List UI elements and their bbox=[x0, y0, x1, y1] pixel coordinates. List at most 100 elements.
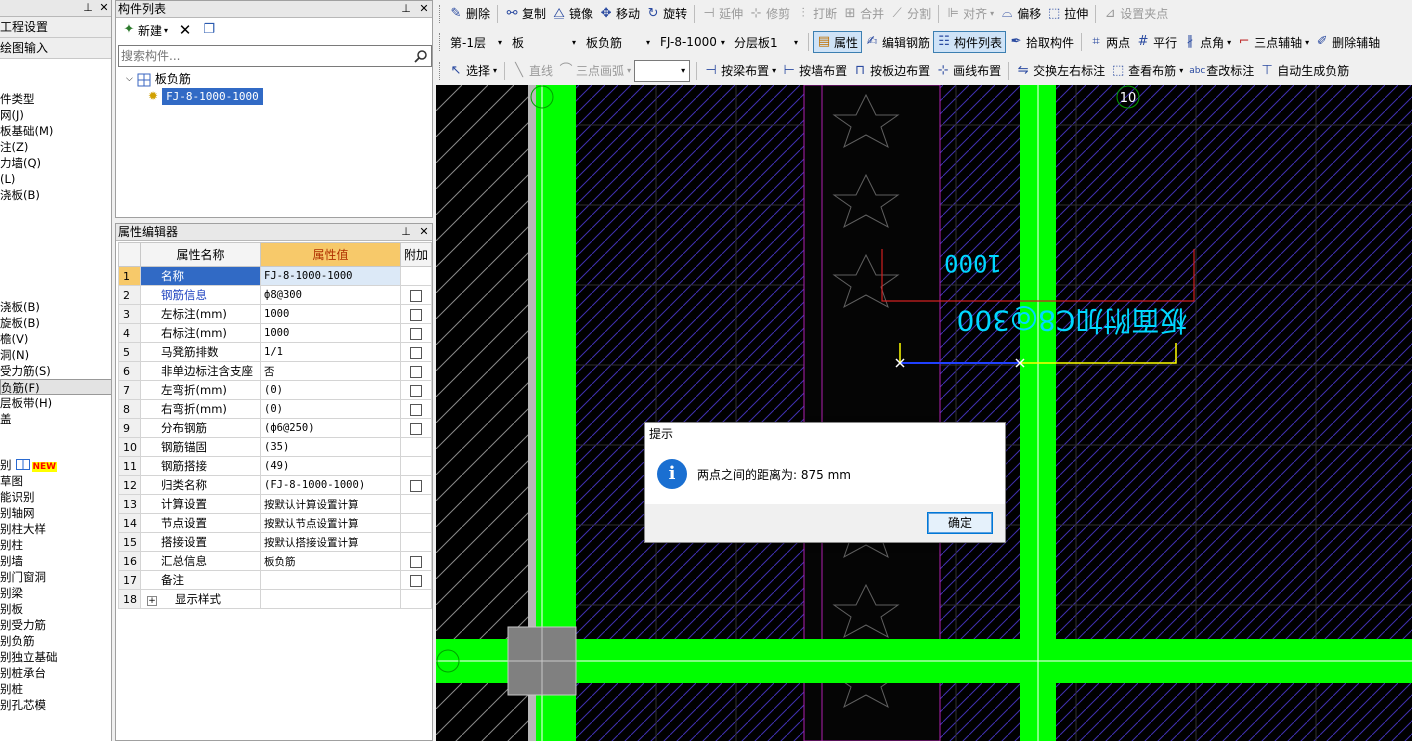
ok-button[interactable]: 确定 bbox=[927, 512, 993, 534]
property-value[interactable]: (49) bbox=[260, 456, 401, 476]
mirror-button[interactable]: ⧋ 镜像 bbox=[549, 3, 596, 25]
search-input[interactable] bbox=[119, 46, 409, 66]
component-list-button[interactable]: ☷ 构件列表 bbox=[933, 31, 1007, 53]
drawing-canvas[interactable]: 10 1000 板面附加C8@300 bbox=[436, 85, 1412, 741]
nav-item[interactable] bbox=[0, 235, 111, 251]
floor-select[interactable]: 第-1层 ▾ bbox=[446, 31, 506, 53]
nav-recognition-item[interactable]: 别柱 bbox=[0, 537, 111, 553]
swap-labels-button[interactable]: ⇋ 交换左右标注 bbox=[1013, 60, 1108, 82]
property-row[interactable]: 8 右弯折(mm) (0) bbox=[118, 399, 432, 419]
two-point-button[interactable]: ⌗ 两点 bbox=[1086, 31, 1133, 53]
extra-checkbox[interactable] bbox=[410, 289, 422, 302]
extra-checkbox[interactable] bbox=[410, 384, 422, 397]
nav-item[interactable]: 浇板(B) bbox=[0, 299, 111, 315]
nav-recognition-item[interactable]: 别孔芯模 bbox=[0, 697, 111, 713]
expand-icon[interactable]: + bbox=[147, 596, 157, 606]
toolbar-grip[interactable] bbox=[439, 33, 443, 51]
property-row[interactable]: 15 搭接设置 按默认搭接设置计算 bbox=[118, 532, 432, 552]
delete-component-button[interactable]: ✕ bbox=[176, 20, 194, 40]
nav-item[interactable] bbox=[0, 283, 111, 299]
rotate-button[interactable]: ↻ 旋转 bbox=[643, 3, 690, 25]
align-button[interactable]: ⊫ 对齐 ▾ bbox=[943, 3, 997, 25]
tree-item-fj[interactable]: ✹ FJ-8-1000-1000 bbox=[148, 88, 263, 105]
property-value[interactable] bbox=[260, 589, 401, 609]
place-by-beam-button[interactable]: ⊣ 按梁布置 ▾ bbox=[701, 60, 779, 82]
delete-axis-button[interactable]: ✐ 删除辅轴 bbox=[1312, 31, 1383, 53]
merge-button[interactable]: ⊞ 合并 bbox=[840, 3, 887, 25]
nav-recognition-item[interactable]: 能识别 bbox=[0, 489, 111, 505]
edit-labels-button[interactable]: abc 查改标注 bbox=[1186, 60, 1257, 82]
copy-component-button[interactable]: ❐ bbox=[200, 20, 218, 40]
property-value[interactable]: 板负筋 bbox=[260, 551, 401, 571]
property-row[interactable]: 13 计算设置 按默认计算设置计算 bbox=[118, 494, 432, 514]
delete-button[interactable]: ✎ 删除 bbox=[446, 3, 493, 25]
property-row[interactable]: 17 备注 bbox=[118, 570, 432, 590]
nav-recognition-item[interactable]: 别轴网 bbox=[0, 505, 111, 521]
trim-button[interactable]: ⊹ 修剪 bbox=[746, 3, 793, 25]
drawing-input-button[interactable]: 绘图输入 bbox=[0, 38, 111, 59]
pin-icon[interactable]: ⊥ bbox=[400, 1, 412, 17]
nav-item[interactable] bbox=[0, 203, 111, 219]
nav-item[interactable]: 盖 bbox=[0, 411, 111, 427]
nav-recognition-item[interactable]: 别墙 bbox=[0, 553, 111, 569]
cad-drawing[interactable]: 10 1000 板面附加C8@300 bbox=[436, 85, 1412, 741]
move-button[interactable]: ✥ 移动 bbox=[596, 3, 643, 25]
set-grip-button[interactable]: ⊿ 设置夹点 bbox=[1100, 3, 1171, 25]
nav-recognition-item[interactable]: 别独立基础 bbox=[0, 649, 111, 665]
property-value[interactable]: (ф6@250) bbox=[260, 418, 401, 438]
extra-checkbox[interactable] bbox=[410, 308, 422, 321]
stretch-button[interactable]: ⬚ 拉伸 bbox=[1044, 3, 1091, 25]
nav-item[interactable]: 受力筋(S) bbox=[0, 363, 111, 379]
line-layout-button[interactable]: ⊹ 画线布置 bbox=[933, 60, 1004, 82]
property-row[interactable]: 1 名称 FJ-8-1000-1000 bbox=[118, 266, 432, 286]
close-icon[interactable]: ✕ bbox=[418, 1, 430, 17]
place-by-slab-edge-button[interactable]: ⊓ 按板边布置 bbox=[850, 60, 933, 82]
close-icon[interactable]: ✕ bbox=[98, 0, 110, 16]
property-value[interactable]: (0) bbox=[260, 399, 401, 419]
arc-option-select[interactable]: ▾ bbox=[634, 59, 691, 82]
property-value[interactable]: 1000 bbox=[260, 304, 401, 324]
property-row[interactable]: 11 钢筋搭接 (49) bbox=[118, 456, 432, 476]
place-by-wall-button[interactable]: ⊢ 按墙布置 bbox=[779, 60, 850, 82]
arc-button[interactable]: ⌒ 三点画弧 ▾ bbox=[556, 60, 634, 82]
line-button[interactable]: ╲ 直线 bbox=[509, 60, 556, 82]
properties-button[interactable]: ▤ 属性 bbox=[813, 31, 863, 53]
nav-recognition-item[interactable]: 别桩承台 bbox=[0, 665, 111, 681]
extra-checkbox[interactable] bbox=[410, 479, 422, 492]
property-row[interactable]: 2 钢筋信息 ф8@300 bbox=[118, 285, 432, 305]
property-value[interactable]: FJ-8-1000-1000 bbox=[260, 266, 401, 286]
extra-checkbox[interactable] bbox=[410, 365, 422, 378]
property-value[interactable]: 按默认搭接设置计算 bbox=[260, 532, 401, 552]
project-settings-button[interactable]: 工程设置 bbox=[0, 17, 111, 38]
nav-item[interactable]: 洞(N) bbox=[0, 347, 111, 363]
nav-item[interactable]: 浇板(B) bbox=[0, 187, 111, 203]
nav-recognition-item[interactable]: 别桩 bbox=[0, 681, 111, 697]
nav-recognition-item[interactable]: 别受力筋 bbox=[0, 617, 111, 633]
pin-icon[interactable]: ⊥ bbox=[82, 0, 94, 16]
point-angle-button[interactable]: ∦ 点角 ▾ bbox=[1180, 31, 1234, 53]
property-row[interactable]: 5 马凳筋排数 1/1 bbox=[118, 342, 432, 362]
three-point-axis-button[interactable]: ⌐ 三点辅轴 ▾ bbox=[1234, 31, 1312, 53]
nav-item[interactable]: (L) bbox=[0, 171, 111, 187]
property-row[interactable]: 9 分布钢筋 (ф6@250) bbox=[118, 418, 432, 438]
nav-item[interactable]: 负筋(F) bbox=[0, 379, 111, 395]
property-value[interactable]: (FJ-8-1000-1000) bbox=[260, 475, 401, 495]
property-value[interactable]: (0) bbox=[260, 380, 401, 400]
extend-button[interactable]: ⊣ 延伸 bbox=[699, 3, 746, 25]
nav-recognition-item[interactable]: 别负筋 bbox=[0, 633, 111, 649]
nav-item[interactable]: 层板带(H) bbox=[0, 395, 111, 411]
pick-component-button[interactable]: ✒ 拾取构件 bbox=[1006, 31, 1077, 53]
nav-item[interactable] bbox=[0, 267, 111, 283]
property-row[interactable]: 14 节点设置 按默认节点设置计算 bbox=[118, 513, 432, 533]
new-component-button[interactable]: ✦ 新建 ▾ bbox=[120, 20, 170, 40]
nav-item[interactable]: 板基础(M) bbox=[0, 123, 111, 139]
toolbar-grip[interactable] bbox=[439, 4, 443, 23]
break-button[interactable]: ⫶ 打断 bbox=[793, 3, 840, 25]
collapse-icon[interactable]: ⌵ bbox=[126, 71, 133, 88]
property-row[interactable]: 10 钢筋锚固 (35) bbox=[118, 437, 432, 457]
property-value[interactable]: ф8@300 bbox=[260, 285, 401, 305]
extra-checkbox[interactable] bbox=[410, 346, 422, 359]
split-button[interactable]: ⟋ 分割 bbox=[887, 3, 934, 25]
property-value[interactable]: 按默认节点设置计算 bbox=[260, 513, 401, 533]
nav-recognition-item[interactable]: 别门窗洞 bbox=[0, 569, 111, 585]
